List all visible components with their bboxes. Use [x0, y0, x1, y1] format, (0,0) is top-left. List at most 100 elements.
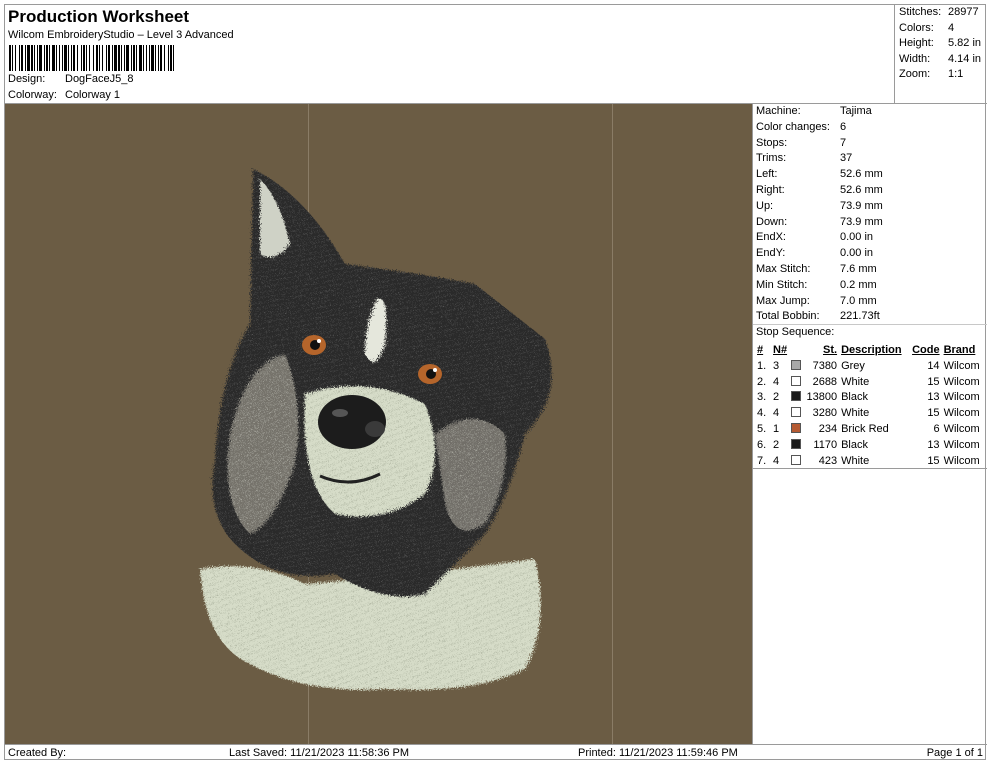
colorway-value: Colorway 1 [65, 89, 121, 101]
needle-number: 1 [773, 423, 780, 436]
design-name-row: Design: DogFaceJ5_8 [8, 73, 134, 85]
divider [753, 324, 987, 325]
table-row: 6. 2 1170 Black 13 Wilcom [755, 437, 984, 453]
color-swatch-cell [789, 405, 803, 421]
stop-index: 7. [757, 454, 767, 467]
table-row: 3. 2 13800 Black 13 Wilcom [755, 390, 984, 406]
thread-brand: Wilcom [943, 375, 980, 388]
summary-row: Colors: 4 [899, 22, 954, 34]
table-header-row: # N# St. Description Code Brand [755, 342, 984, 358]
info-label: Down: [756, 215, 788, 228]
table-row: 4. 4 3280 White 15 Wilcom [755, 405, 984, 421]
column-header: Brand [943, 344, 976, 356]
info-value: 52.6 mm [840, 168, 883, 181]
machine-info-row: EndX: 0.00 in [756, 231, 873, 243]
color-swatch-cell [789, 358, 803, 374]
info-value: 221.73ft [840, 310, 880, 323]
summary-value: 1:1 [948, 68, 964, 81]
thread-brand: Wilcom [943, 391, 980, 404]
thread-code: 6 [933, 423, 940, 436]
column-header [789, 342, 803, 358]
stop-index: 4. [757, 407, 767, 420]
page-number: Page 1 of 1 [926, 747, 983, 759]
table-row: 2. 4 2688 White 15 Wilcom [755, 374, 984, 390]
machine-info-row: EndY: 0.00 in [756, 247, 873, 259]
colorway-row: Colorway: Colorway 1 [8, 89, 120, 101]
summary-value: 5.82 in [948, 37, 982, 50]
stitch-count: 2688 [812, 375, 838, 388]
table-row: 5. 1 234 Brick Red 6 Wilcom [755, 421, 984, 437]
color-swatch [791, 359, 802, 370]
info-label: Left: [756, 168, 778, 181]
stop-index: 6. [757, 438, 767, 451]
summary-label: Stitches: [899, 6, 942, 18]
colorway-label: Colorway: [8, 89, 57, 101]
machine-info-row: Stops: 7 [756, 137, 846, 149]
info-value: 7.6 mm [840, 263, 877, 275]
color-swatch-cell [789, 374, 803, 390]
thread-description: Brick Red [841, 423, 889, 436]
info-label: Right: [756, 184, 785, 196]
column-header: Code [912, 344, 940, 356]
needle-number: 4 [773, 454, 780, 467]
machine-info-row: Left: 52.6 mm [756, 168, 883, 180]
thread-brand: Wilcom [943, 423, 980, 436]
color-swatch [791, 407, 802, 418]
summary-row: Width: 4.14 in [899, 53, 981, 65]
machine-info-row: Up: 73.9 mm [756, 200, 883, 212]
thread-description: White [841, 407, 870, 420]
info-value: 73.9 mm [840, 215, 883, 228]
worksheet-header: Production Worksheet Wilcom EmbroiderySt… [5, 5, 895, 104]
summary-row: Height: 5.82 in [899, 37, 981, 49]
info-value: 37 [840, 152, 853, 165]
stitch-count: 3280 [812, 407, 838, 420]
info-value: 7.0 mm [840, 294, 877, 307]
printed-date: Printed: 11/21/2023 11:59:46 PM [578, 747, 738, 759]
info-value: 0.00 in [840, 231, 874, 244]
stop-index: 2. [757, 375, 767, 388]
barcode-icon [9, 45, 174, 71]
column-header: St. [823, 344, 838, 356]
machine-info-row: Trims: 37 [756, 152, 852, 164]
color-swatch-cell [789, 453, 803, 469]
machine-info-row: Color changes: 6 [756, 121, 846, 133]
color-swatch-cell [789, 390, 803, 406]
thread-brand: Wilcom [943, 438, 980, 451]
color-swatch-cell [789, 421, 803, 437]
info-label: Max Jump: [756, 294, 810, 307]
machine-info-row: Max Jump: 7.0 mm [756, 295, 877, 307]
design-preview [5, 104, 753, 744]
info-label: Stops: [756, 136, 788, 149]
info-label: Total Bobbin: [756, 310, 820, 323]
summary-label: Height: [899, 37, 934, 50]
column-header: Description [841, 344, 902, 356]
stop-index: 3. [757, 391, 767, 404]
thread-description: Grey [841, 359, 865, 372]
thread-code: 13 [927, 438, 940, 451]
info-label: Machine: [756, 105, 801, 117]
info-value: 0.2 mm [840, 278, 877, 291]
needle-number: 4 [773, 375, 780, 388]
color-swatch-cell [789, 437, 803, 453]
thread-code: 15 [927, 407, 940, 420]
thread-code: 15 [927, 454, 940, 467]
worksheet-footer: Created By: Last Saved: 11/21/2023 11:58… [5, 744, 987, 761]
column-header: N# [773, 344, 788, 356]
thread-brand: Wilcom [943, 359, 980, 372]
thread-brand: Wilcom [943, 407, 980, 420]
machine-info-row: Min Stitch: 0.2 mm [756, 279, 877, 291]
page-title: Production Worksheet [8, 7, 190, 26]
info-label: Max Stitch: [756, 263, 811, 275]
thread-description: White [841, 454, 870, 467]
info-label: Color changes: [756, 120, 830, 133]
needle-number: 2 [773, 391, 780, 404]
needle-number: 3 [773, 359, 780, 372]
stop-sequence-label: Stop Sequence: [756, 326, 835, 338]
machine-info-row: Machine: Tajima [756, 105, 872, 117]
color-swatch [791, 391, 802, 402]
stop-index: 5. [757, 423, 767, 436]
software-name: Wilcom EmbroideryStudio – Level 3 Advanc… [8, 29, 234, 41]
thread-code: 13 [927, 391, 940, 404]
thread-code: 14 [927, 359, 940, 372]
summary-label: Width: [899, 52, 931, 65]
